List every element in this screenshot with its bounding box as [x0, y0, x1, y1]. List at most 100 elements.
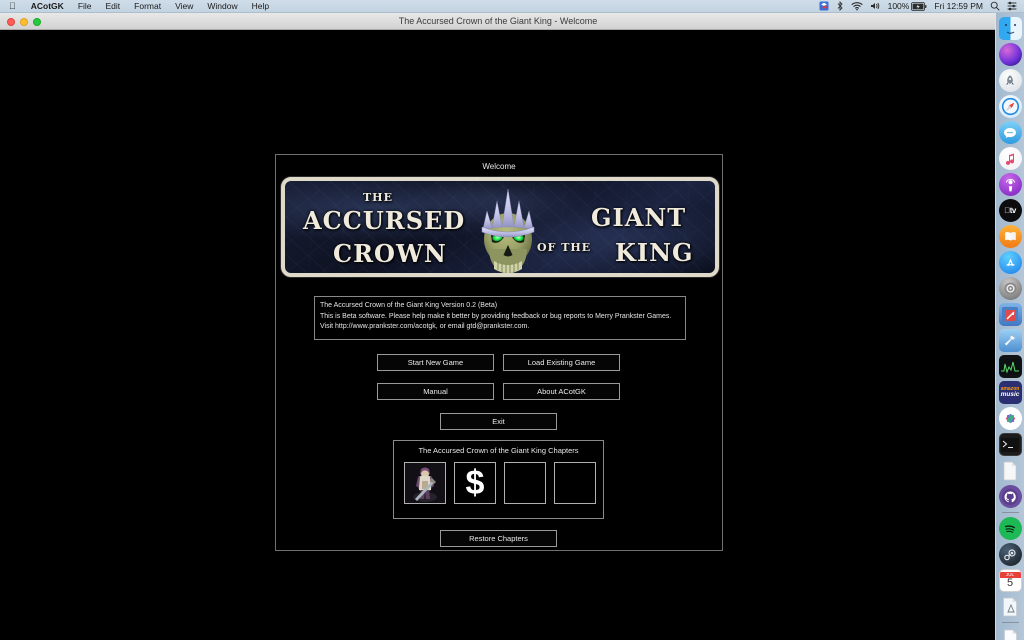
dock-activity-monitor[interactable] [998, 355, 1022, 378]
banner-word-crown: CROWN [333, 239, 447, 268]
window-controls [7, 18, 41, 26]
spotify-icon [1002, 520, 1018, 537]
dock-messages[interactable] [998, 121, 1022, 144]
compass-icon [1001, 97, 1019, 116]
wifi-icon[interactable] [851, 1, 863, 11]
dock-calendar[interactable]: JUL 5 [998, 569, 1022, 592]
dropbox-icon[interactable] [819, 1, 829, 11]
menu-bar:  ACotGK File Edit Format View Window He… [0, 0, 1024, 13]
appstore-icon [1006, 258, 1014, 266]
dock-separator [1001, 512, 1019, 513]
dock-terminal[interactable] [998, 433, 1022, 456]
manual-button[interactable]: Manual [377, 383, 494, 400]
menu-file[interactable]: File [71, 0, 99, 13]
dock-github[interactable] [998, 485, 1022, 508]
menu-bar-left:  ACotGK File Edit Format View Window He… [0, 0, 276, 13]
dock-preview[interactable] [999, 595, 1022, 618]
text-document-icon [1003, 629, 1017, 640]
activity-graph-icon [1000, 358, 1020, 375]
banner-word-giant: GIANT [591, 203, 687, 232]
hammer-icon [1004, 333, 1017, 345]
menu-edit[interactable]: Edit [99, 0, 128, 13]
banner-word-accursed: ACCURSED [303, 206, 466, 235]
dock-appstore[interactable] [998, 251, 1022, 274]
menu-bar-status: 100% Fri 12:59 PM [819, 0, 1024, 13]
dock: tv [995, 13, 1024, 640]
window-title: The Accursed Crown of the Giant King - W… [398, 16, 598, 26]
menu-view[interactable]: View [168, 0, 200, 13]
music-note-icon [1005, 153, 1014, 165]
dock-books[interactable] [998, 225, 1022, 248]
dock-separator-2 [1001, 622, 1019, 623]
about-button[interactable]: About ACotGK [503, 383, 620, 400]
battery-status[interactable]: 100% [888, 0, 928, 13]
chapter-slot-list: $ [404, 462, 596, 504]
dock-spotify[interactable] [998, 517, 1022, 540]
menu-acotgk[interactable]: ACotGK [24, 0, 71, 13]
chapter-slot-4[interactable] [554, 462, 596, 504]
dock-xcode[interactable] [998, 329, 1022, 352]
close-button[interactable] [7, 18, 15, 26]
welcome-label: Welcome [482, 162, 516, 171]
amazon-music-label: music [1000, 390, 1020, 398]
minimize-button[interactable] [20, 18, 28, 26]
bluetooth-icon[interactable] [836, 1, 844, 11]
window-title-bar[interactable]: The Accursed Crown of the Giant King - W… [0, 13, 996, 30]
menu-help[interactable]: Help [245, 0, 276, 13]
banner-word-the: THE [363, 191, 393, 204]
start-new-game-button[interactable]: Start New Game [377, 354, 494, 371]
welcome-panel: Welcome THE ACCURSED CROWN OF THE GIANT … [275, 154, 723, 551]
appletv-label: tv [1004, 206, 1016, 215]
beta-notice-line: This is Beta software. Please help make … [320, 312, 672, 331]
dock-settings[interactable] [998, 277, 1022, 300]
skull-with-crown-icon [467, 187, 549, 273]
dock-safari[interactable] [998, 95, 1022, 118]
window-body: Welcome THE ACCURSED CROWN OF THE GIANT … [0, 30, 996, 640]
search-icon[interactable] [990, 1, 1000, 11]
dock-launchpad[interactable] [998, 69, 1022, 92]
dock-appletv[interactable]: tv [998, 199, 1022, 222]
dollar-sign-icon: $ [465, 464, 485, 502]
dock-siri[interactable] [998, 43, 1022, 66]
battery-icon [911, 1, 927, 11]
menu-format[interactable]: Format [127, 0, 168, 13]
volume-icon[interactable] [870, 1, 881, 11]
chapter-slot-1[interactable] [404, 462, 446, 504]
chapter-slot-2[interactable]: $ [454, 462, 496, 504]
chapter-slot-3[interactable] [504, 462, 546, 504]
dock-podcasts[interactable] [998, 173, 1022, 196]
gear-icon [1004, 282, 1016, 295]
github-cat-icon [1002, 488, 1018, 505]
banner-word-king: KING [615, 238, 694, 267]
game-title-banner: THE ACCURSED CROWN OF THE GIANT KING [281, 177, 719, 277]
app-window: The Accursed Crown of the Giant King - W… [0, 13, 996, 640]
apple-logo-icon[interactable]:  [0, 0, 24, 13]
restore-chapters-button[interactable]: Restore Chapters [440, 530, 557, 547]
menu-window[interactable]: Window [200, 0, 244, 13]
dock-amazon-music[interactable]: amazon music [998, 381, 1022, 404]
dock-pages[interactable] [999, 459, 1022, 482]
warrior-portrait-icon [405, 463, 445, 503]
menu-bar-clock[interactable]: Fri 12:59 PM [934, 0, 983, 13]
dock-finder[interactable] [998, 17, 1022, 40]
battery-percent-label: 100% [887, 0, 910, 11]
exit-button[interactable]: Exit [440, 413, 557, 430]
speech-bubble-icon [1004, 127, 1016, 138]
maximize-button[interactable] [33, 18, 41, 26]
load-existing-game-button[interactable]: Load Existing Game [503, 354, 620, 371]
dock-music[interactable] [998, 147, 1022, 170]
calendar-day-label: 5 [1006, 577, 1014, 590]
dock-acotgk[interactable] [998, 303, 1022, 326]
dock-photos[interactable] [998, 407, 1022, 430]
screen:  ACotGK File Edit Format View Window He… [0, 0, 1024, 640]
preview-doc-icon [1003, 597, 1017, 616]
terminal-prompt-icon [1001, 437, 1019, 452]
version-line: The Accursed Crown of the Giant King Ver… [320, 302, 498, 309]
photos-flower-icon [1005, 413, 1015, 424]
control-center-icon[interactable] [1007, 1, 1017, 11]
podcast-icon [1005, 178, 1015, 191]
dock-document[interactable] [999, 627, 1022, 640]
dock-steam[interactable] [998, 543, 1022, 566]
document-icon [1003, 461, 1017, 480]
steam-icon [1004, 548, 1016, 560]
